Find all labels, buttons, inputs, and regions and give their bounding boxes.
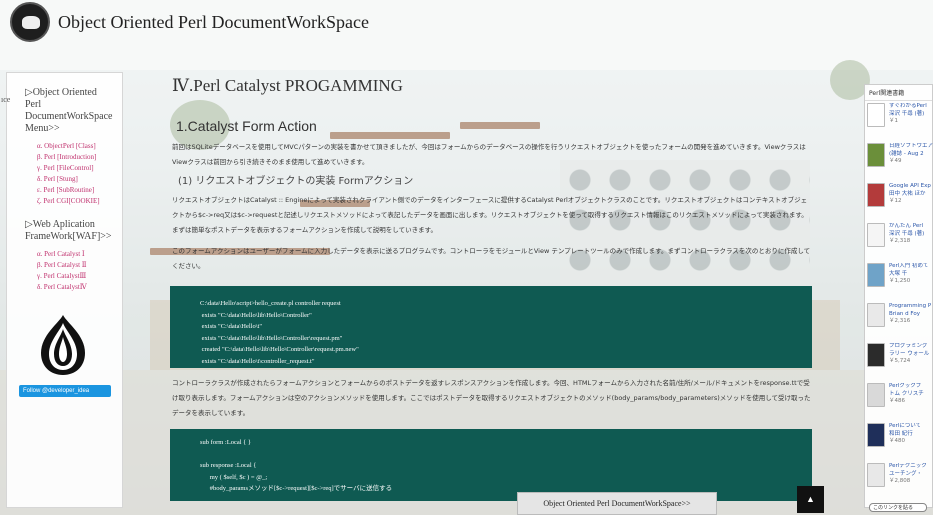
twitter-follow-button[interactable]: Follow @developer_idea (19, 385, 111, 397)
main-content: Ⅳ.Perl Catalyst PROGAMMING 1.Catalyst Fo… (166, 70, 818, 515)
book-title[interactable]: すぐわかるPerl (889, 103, 933, 111)
book-item[interactable]: Perlクックブ トム クリスチ ￥486 (867, 381, 933, 413)
follow-label: Follow @developer_idea (23, 388, 90, 394)
book-price: ￥486 (889, 398, 905, 404)
book-author: ラリー ウォール (889, 350, 930, 357)
intro-paragraph: 前回はSQLiteデータベースを使用してMVCパターンの実装を書かせて頂きました… (172, 143, 806, 166)
book-price: ￥1 (889, 118, 898, 124)
waf-list: α. Perl Catalyst Ⅰ β. Perl Catalyst Ⅱ γ.… (37, 249, 114, 293)
menu-item[interactable]: δ. Perl [Stung] (37, 174, 114, 185)
waf-item[interactable]: γ. Perl CatalystⅢ (37, 271, 114, 282)
book-cover-icon[interactable] (867, 463, 885, 487)
book-title[interactable]: Google API Exp (889, 183, 933, 191)
code-block: sub form :Local { } sub response :Local … (170, 429, 812, 501)
book-author: (雑誌 - Aug 2 (889, 150, 924, 157)
section-title: 1.Catalyst Form Action (176, 118, 317, 134)
book-title[interactable]: かんたん Perl (889, 223, 933, 231)
book-author: Brian d Foy (889, 310, 920, 317)
book-item[interactable]: Perlについて 和田 紀行 ￥480 (867, 421, 933, 453)
book-info: かんたん Perl 深沢 千尋 (著) ￥2,318 (889, 223, 933, 246)
book-item[interactable]: Programming P Brian d Foy ￥2,316 (867, 301, 933, 333)
book-title[interactable]: Perl入門 初めて (889, 263, 933, 271)
book-item[interactable]: Perl入門 初めて 大塚 千 ￥1,250 (867, 261, 933, 293)
book-title[interactable]: Perlクックブ (889, 383, 933, 391)
book-cover-icon[interactable] (867, 343, 885, 367)
book-price: ￥49 (889, 158, 902, 164)
chapter-title: Ⅳ.Perl Catalyst PROGAMMING (172, 76, 403, 95)
book-price: ￥2,318 (889, 238, 911, 244)
waf-section-title: ▷Web Aplication FrameWork[WAF]>> (25, 219, 112, 242)
book-author: トム クリスチ (889, 390, 924, 397)
book-cover-icon[interactable] (867, 263, 885, 287)
book-price: ￥12 (889, 198, 902, 204)
sidebar-tab-label: ıce (1, 95, 11, 104)
book-title[interactable]: 日経ソフトウエア (889, 143, 933, 151)
book-info: Perlについて 和田 紀行 ￥480 (889, 423, 933, 446)
book-cover-icon[interactable] (867, 183, 885, 207)
scroll-to-top-button[interactable]: ▲ (797, 486, 824, 513)
book-author: 深沢 千尋 (著) (889, 230, 925, 237)
site-logo[interactable] (10, 2, 50, 42)
book-cover-icon[interactable] (867, 303, 885, 327)
book-price: ￥2,316 (889, 318, 911, 324)
waf-item[interactable]: β. Perl Catalyst Ⅱ (37, 260, 114, 271)
book-info: プログラミング ラリー ウォール ￥5,724 (889, 343, 933, 366)
book-title[interactable]: Programming P (889, 303, 933, 311)
site-title[interactable]: Object Oriented Perl DocumentWorkSpace (58, 12, 369, 33)
book-author: 和田 紀行 (889, 430, 913, 437)
paragraph: コントローラクラスが作成されたらフォームアクションとフォームからのポストデータを… (172, 379, 811, 417)
book-title[interactable]: プログラミング (889, 343, 933, 351)
waf-item[interactable]: α. Perl Catalyst Ⅰ (37, 249, 114, 260)
book-cover-icon[interactable] (867, 423, 885, 447)
onion-logo-icon (41, 315, 85, 375)
book-info: すぐわかるPerl 深沢 千尋 (著) ￥1 (889, 103, 933, 126)
book-info: Perlテクニック ユーチング・ ￥2,808 (889, 463, 933, 486)
book-author: 深沢 千尋 (著) (889, 110, 925, 117)
book-author: ユーチング・ (889, 470, 923, 477)
book-info: Google API Exp 田中 大祐 ほか ￥12 (889, 183, 933, 206)
menu-item[interactable]: γ. Perl [FileControl] (37, 163, 114, 174)
book-price: ￥1,250 (889, 278, 911, 284)
book-item[interactable]: Google API Exp 田中 大祐 ほか ￥12 (867, 181, 933, 213)
subsection-title: (1) リクエストオブジェクトの実装 Formアクション (178, 176, 414, 187)
waf-item[interactable]: δ. Perl CatalystⅣ (37, 282, 114, 293)
book-item[interactable]: すぐわかるPerl 深沢 千尋 (著) ￥1 (867, 101, 933, 133)
book-title[interactable]: Perlについて (889, 423, 933, 431)
site-header: Object Oriented Perl DocumentWorkSpace (0, 0, 933, 44)
paragraph: リクエストオブジェクトはCatalyst :: Engineによって実装されクラ… (172, 196, 808, 234)
book-author: 大塚 千 (889, 270, 908, 277)
book-author: 田中 大祐 ほか (889, 190, 926, 197)
paragraph: このフォームアクションはユーザーがフォームに入力したデータを表示に送るプログラム… (172, 247, 811, 270)
book-cover-icon[interactable] (867, 143, 885, 167)
book-cover-icon[interactable] (867, 103, 885, 127)
right-sidebar: Perl関連書籍 すぐわかるPerl 深沢 千尋 (著) ￥1 日経ソフトウエア (雑誌… (864, 84, 933, 512)
left-sidebar: ıce ▷Object Oriented Perl DocumentWorkSp… (1, 72, 123, 508)
menu-item[interactable]: ε. Perl [SubRoutine] (37, 185, 114, 196)
book-item[interactable]: Perlテクニック ユーチング・ ￥2,808 (867, 461, 933, 493)
bottom-nav-button[interactable]: Object Oriented Perl DocumentWorkSpace>> (517, 492, 717, 515)
book-cover-icon[interactable] (867, 383, 885, 407)
book-price: ￥480 (889, 438, 905, 444)
code-block: C:\data\Hello\script>hello_create.pl con… (170, 286, 812, 368)
book-cover-icon[interactable] (867, 223, 885, 247)
book-item[interactable]: 日経ソフトウエア (雑誌 - Aug 2 ￥49 (867, 141, 933, 173)
menu-item[interactable]: β. Perl [Introduction] (37, 152, 114, 163)
book-info: Programming P Brian d Foy ￥2,316 (889, 303, 933, 326)
embed-link-button[interactable]: このリンクを貼る (869, 503, 927, 512)
menu-item[interactable]: α. ObjectPerl [Class] (37, 141, 114, 152)
book-price: ￥5,724 (889, 358, 911, 364)
book-item[interactable]: かんたん Perl 深沢 千尋 (著) ￥2,318 (867, 221, 933, 253)
menu-list: α. ObjectPerl [Class] β. Perl [Introduct… (37, 141, 114, 207)
book-title[interactable]: Perlテクニック (889, 463, 933, 471)
book-info: 日経ソフトウエア (雑誌 - Aug 2 ￥49 (889, 143, 933, 166)
menu-section-title: ▷Object Oriented Perl DocumentWorkSpace … (25, 87, 113, 134)
book-item[interactable]: プログラミング ラリー ウォール ￥5,724 (867, 341, 933, 373)
book-widget-title: Perl関連書籍 (865, 85, 932, 101)
menu-item[interactable]: ζ. Perl CGI[COOKIE] (37, 196, 114, 207)
book-info: Perlクックブ トム クリスチ ￥486 (889, 383, 933, 406)
book-price: ￥2,808 (889, 478, 911, 484)
book-info: Perl入門 初めて 大塚 千 ￥1,250 (889, 263, 933, 286)
